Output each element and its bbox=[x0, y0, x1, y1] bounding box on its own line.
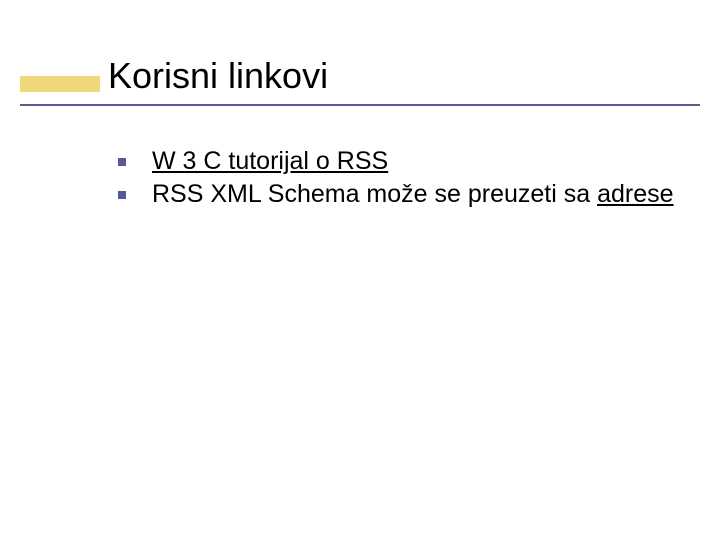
link-w3c-rss-tutorial[interactable]: W 3 C tutorijal o RSS bbox=[152, 147, 388, 175]
title-accent-bar bbox=[20, 76, 100, 92]
title-underline bbox=[20, 104, 700, 106]
title-wrap: Korisni linkovi bbox=[20, 46, 328, 106]
bullet-list: W 3 C tutorijal o RSS RSS XML Schema mož… bbox=[118, 146, 678, 213]
list-item: RSS XML Schema može se preuzeti sa adres… bbox=[118, 179, 678, 210]
bullet-prefix-text: RSS XML Schema može se preuzeti sa bbox=[152, 180, 597, 208]
list-item: W 3 C tutorijal o RSS bbox=[118, 146, 678, 177]
bullet-icon bbox=[118, 191, 126, 199]
slide-title: Korisni linkovi bbox=[108, 58, 328, 94]
slide: Korisni linkovi W 3 C tutorijal o RSS RS… bbox=[0, 0, 720, 540]
link-rss-xml-schema-address[interactable]: adrese bbox=[597, 180, 673, 208]
bullet-icon bbox=[118, 158, 126, 166]
